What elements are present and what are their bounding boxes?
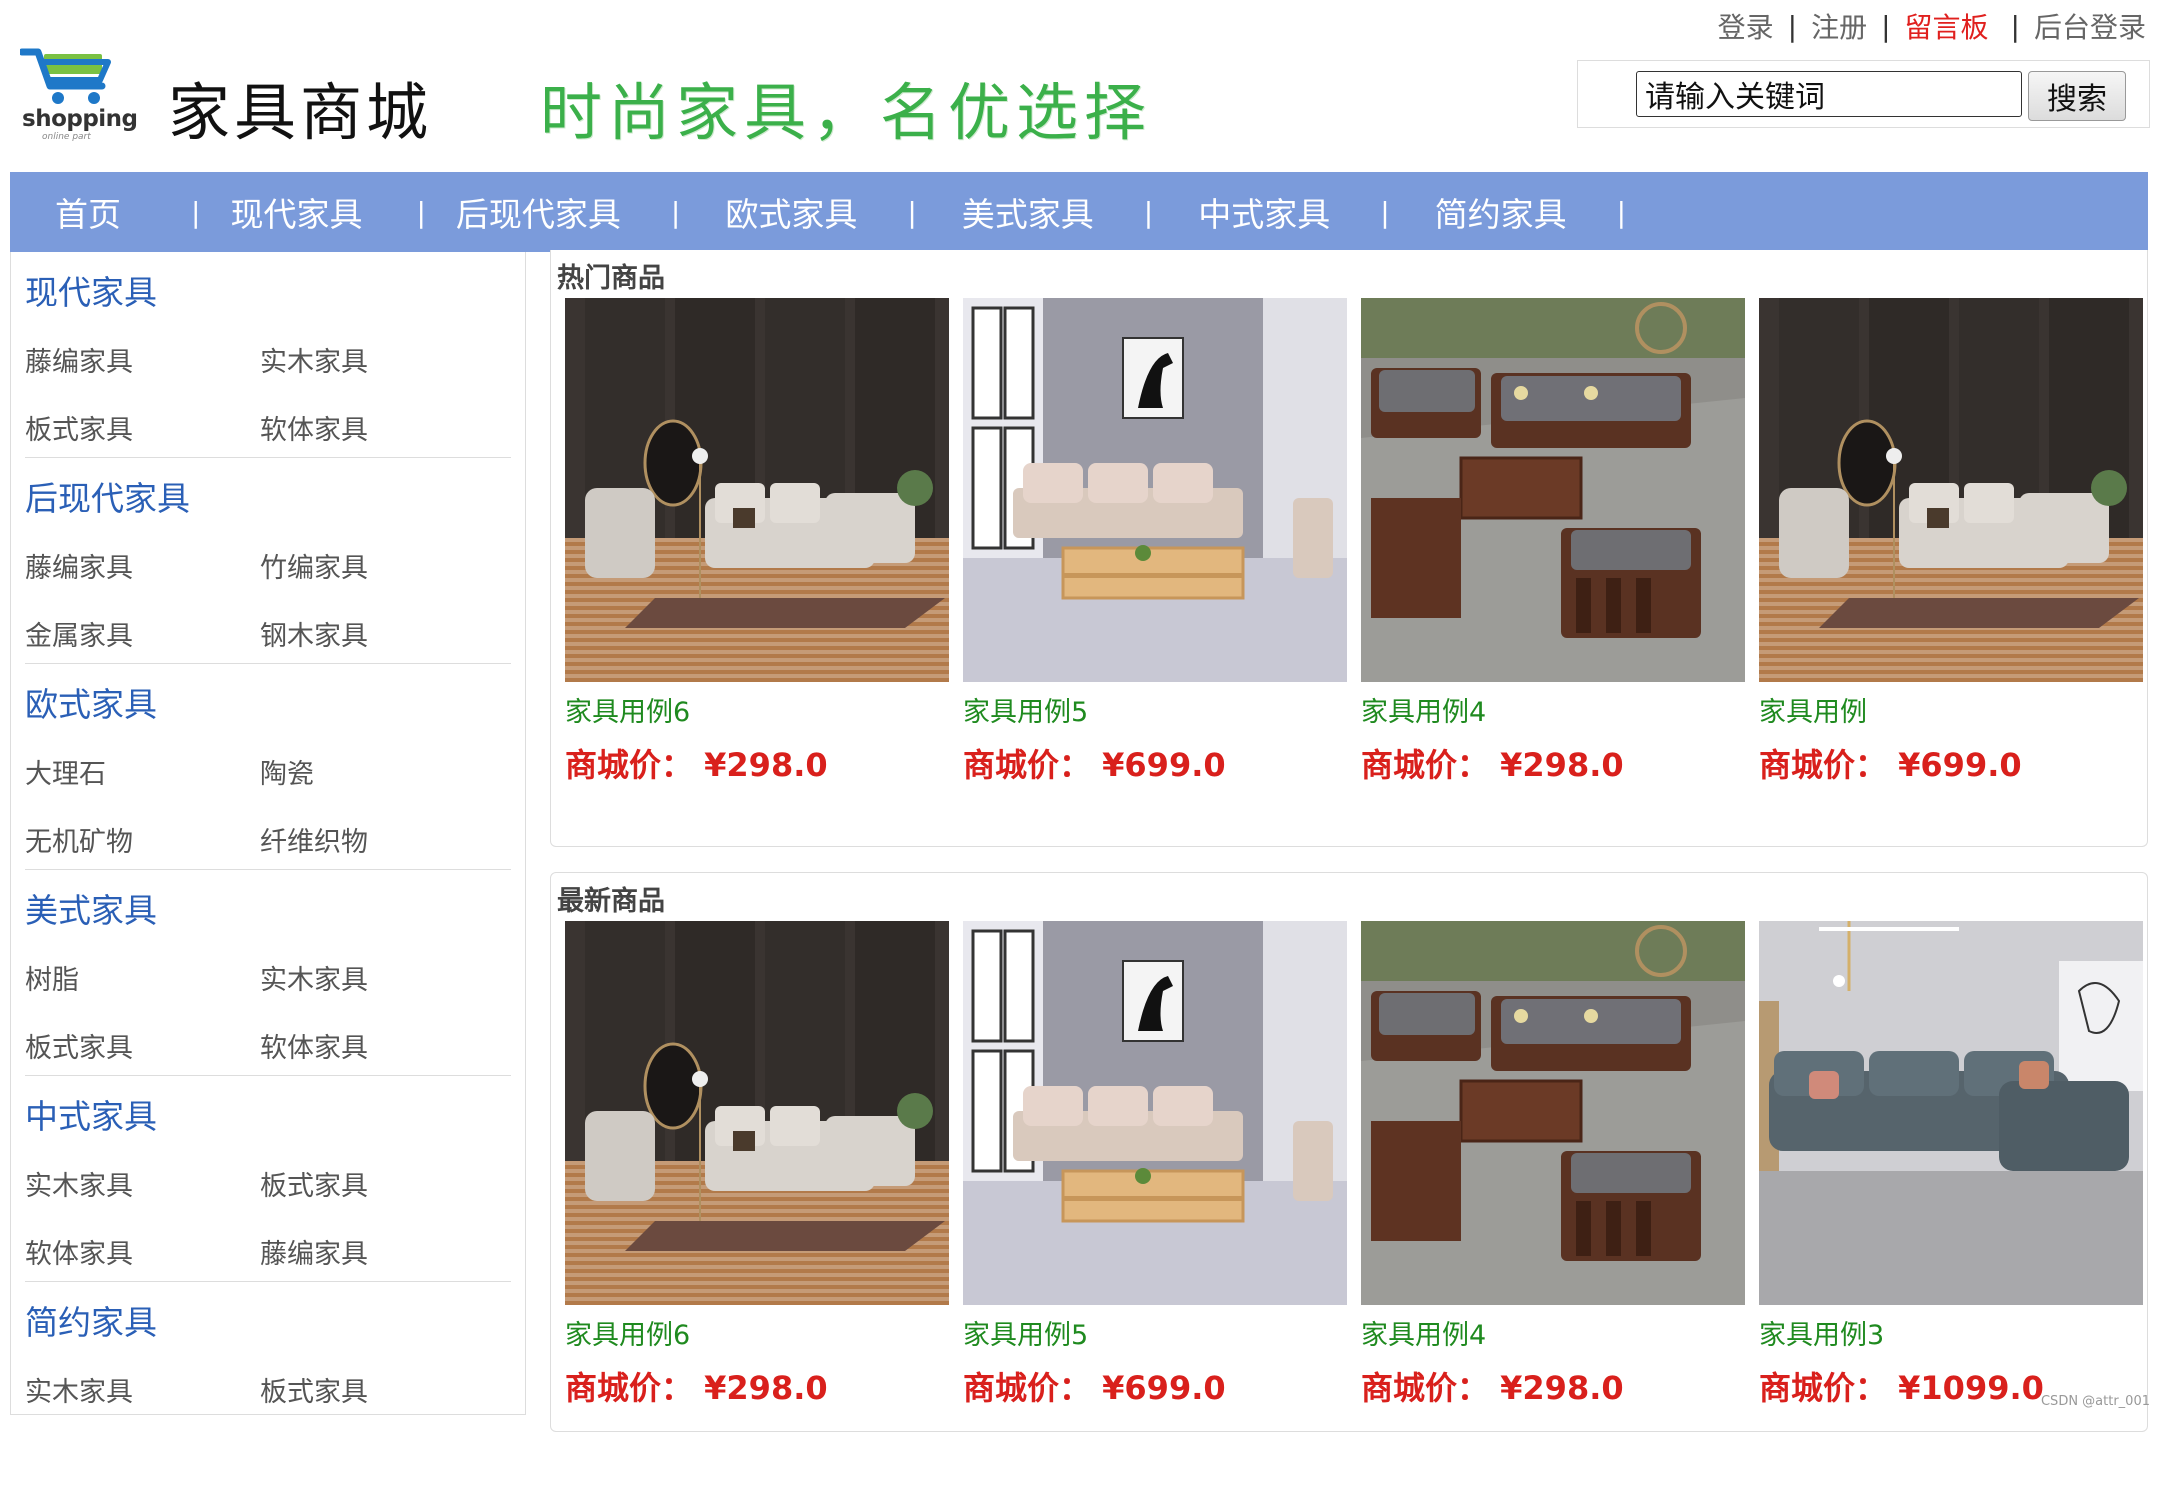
subcategory-link[interactable]: 实木家具 (25, 1370, 133, 1409)
category-title-american[interactable]: 美式家具 (25, 884, 157, 932)
subcategory-link[interactable]: 藤编家具 (260, 1232, 368, 1271)
section-title-hot: 热门商品 (557, 263, 665, 294)
category-title-modern[interactable]: 现代家具 (25, 266, 157, 314)
product-price: 商城价： ¥298.0 (1361, 746, 1624, 784)
logo[interactable]: shopping online part (20, 48, 138, 142)
logo-text: shopping (22, 106, 138, 132)
nav-item-american[interactable]: 美式家具 (962, 188, 1094, 236)
subcategory-link[interactable]: 板式家具 (260, 1370, 368, 1409)
subcategory-link[interactable]: 藤编家具 (25, 546, 133, 585)
product-image[interactable] (565, 921, 949, 1305)
product-name[interactable]: 家具用例5 (963, 690, 1088, 729)
product-image[interactable] (565, 298, 949, 682)
product-price: 商城价： ¥699.0 (963, 1369, 1226, 1407)
product-name[interactable]: 家具用例4 (1361, 1313, 1486, 1352)
subcategory-link[interactable]: 藤编家具 (25, 340, 133, 379)
latest-products-panel: 最新商品 家具用例6 商城价： ¥298.0 家具用例5 商城价： ¥699.0… (550, 872, 2148, 1432)
nav-item-modern[interactable]: 现代家具 (230, 188, 362, 236)
product-card: 家具用例4 商城价： ¥298.0 (1361, 921, 1745, 1407)
subcategory-link[interactable]: 陶瓷 (260, 752, 314, 791)
product-card: 家具用例6 商城价： ¥298.0 (565, 298, 949, 784)
site-name: 家具商城 (168, 76, 433, 149)
logo-subtext: online part (42, 132, 91, 142)
nav-item-home[interactable]: 首页 (55, 188, 121, 236)
subcategory-link[interactable]: 大理石 (25, 752, 106, 791)
product-image[interactable] (1759, 298, 2143, 682)
shopping-cart-icon (20, 48, 111, 104)
product-name[interactable]: 家具用例4 (1361, 690, 1486, 729)
hot-products-panel: 热门商品 家具用例6 商城价： ¥298.0 家具用例5 商城价： ¥699.0… (550, 250, 2148, 847)
nav-separator: | (1380, 195, 1390, 229)
category-group: 美式家具 树脂 实木家具 板式家具 软体家具 (25, 870, 511, 1076)
product-image[interactable] (963, 921, 1347, 1305)
subcategory-link[interactable]: 板式家具 (25, 1026, 133, 1065)
category-group: 现代家具 藤编家具 实木家具 板式家具 软体家具 (25, 252, 511, 458)
product-name[interactable]: 家具用例6 (565, 1313, 690, 1352)
category-sidebar: 现代家具 藤编家具 实木家具 板式家具 软体家具 后现代家具 藤编家具 竹编家具… (10, 252, 526, 1415)
product-image[interactable] (1361, 298, 1745, 682)
nav-item-chinese[interactable]: 中式家具 (1198, 188, 1330, 236)
subcategory-link[interactable]: 板式家具 (25, 408, 133, 447)
nav-separator: | (907, 195, 917, 229)
subcategory-link[interactable]: 实木家具 (260, 958, 368, 997)
header: shopping online part 家具商城 时尚家具，名优选择 搜索 (0, 0, 2158, 170)
nav-item-minimalist[interactable]: 简约家具 (1435, 188, 1567, 236)
subcategory-link[interactable]: 无机矿物 (25, 820, 133, 859)
search-box: 搜索 (1577, 60, 2150, 128)
subcategory-link[interactable]: 软体家具 (25, 1232, 133, 1271)
watermark: CSDN @attr_001 (2040, 1394, 2150, 1409)
product-name[interactable]: 家具用例5 (963, 1313, 1088, 1352)
product-card: 家具用例5 商城价： ¥699.0 (963, 921, 1347, 1407)
subcategory-link[interactable]: 钢木家具 (260, 614, 368, 653)
product-price: 商城价： ¥1099.0 (1759, 1369, 2044, 1407)
product-name[interactable]: 家具用例3 (1759, 1313, 1884, 1352)
nav-separator: | (1143, 195, 1154, 229)
subcategory-link[interactable]: 树脂 (25, 958, 79, 997)
nav-separator: | (1616, 195, 1627, 229)
search-button[interactable]: 搜索 (2028, 71, 2126, 121)
subcategory-link[interactable]: 软体家具 (260, 1026, 368, 1065)
nav-separator: | (191, 195, 201, 229)
subcategory-link[interactable]: 软体家具 (260, 408, 368, 447)
nav-separator: | (416, 195, 426, 229)
nav-separator: | (670, 195, 681, 229)
category-title-postmodern[interactable]: 后现代家具 (25, 472, 190, 520)
category-title-minimalist[interactable]: 简约家具 (25, 1296, 157, 1344)
subcategory-link[interactable]: 纤维织物 (260, 820, 368, 859)
subcategory-link[interactable]: 实木家具 (25, 1164, 133, 1203)
product-card: 家具用例6 商城价： ¥298.0 (565, 921, 949, 1407)
subcategory-link[interactable]: 板式家具 (260, 1164, 368, 1203)
product-price: 商城价： ¥298.0 (565, 746, 828, 784)
category-title-chinese[interactable]: 中式家具 (25, 1090, 157, 1138)
product-price: 商城价： ¥298.0 (1361, 1369, 1624, 1407)
product-card: 家具用例3 商城价： ¥1099.0 (1759, 921, 2143, 1407)
category-group: 简约家具 实木家具 板式家具 (25, 1282, 511, 1487)
product-card: 家具用例 商城价： ¥699.0 (1759, 298, 2143, 784)
nav-item-european[interactable]: 欧式家具 (725, 188, 857, 236)
product-image[interactable] (1759, 921, 2143, 1305)
subcategory-link[interactable]: 竹编家具 (260, 546, 368, 585)
section-title-latest: 最新商品 (557, 886, 665, 917)
category-group: 中式家具 实木家具 板式家具 软体家具 藤编家具 (25, 1076, 511, 1282)
category-title-european[interactable]: 欧式家具 (25, 678, 157, 726)
main-nav: 首页 | 现代家具 | 后现代家具 | 欧式家具 | 美式家具 | 中式家具 |… (10, 172, 2148, 252)
product-image[interactable] (1361, 921, 1745, 1305)
nav-item-postmodern[interactable]: 后现代家具 (456, 188, 621, 236)
slogan: 时尚家具，名优选择 (540, 76, 1153, 149)
product-image[interactable] (963, 298, 1347, 682)
product-price: 商城价： ¥699.0 (963, 746, 1226, 784)
category-group: 欧式家具 大理石 陶瓷 无机矿物 纤维织物 (25, 664, 511, 870)
product-name[interactable]: 家具用例 (1759, 690, 1867, 729)
product-card: 家具用例5 商城价： ¥699.0 (963, 298, 1347, 784)
subcategory-link[interactable]: 实木家具 (260, 340, 368, 379)
category-group: 后现代家具 藤编家具 竹编家具 金属家具 钢木家具 (25, 458, 511, 664)
subcategory-link[interactable]: 金属家具 (25, 614, 133, 653)
product-price: 商城价： ¥298.0 (565, 1369, 828, 1407)
product-name[interactable]: 家具用例6 (565, 690, 690, 729)
product-card: 家具用例4 商城价： ¥298.0 (1361, 298, 1745, 784)
search-input[interactable] (1636, 71, 2022, 117)
product-price: 商城价： ¥699.0 (1759, 746, 2022, 784)
